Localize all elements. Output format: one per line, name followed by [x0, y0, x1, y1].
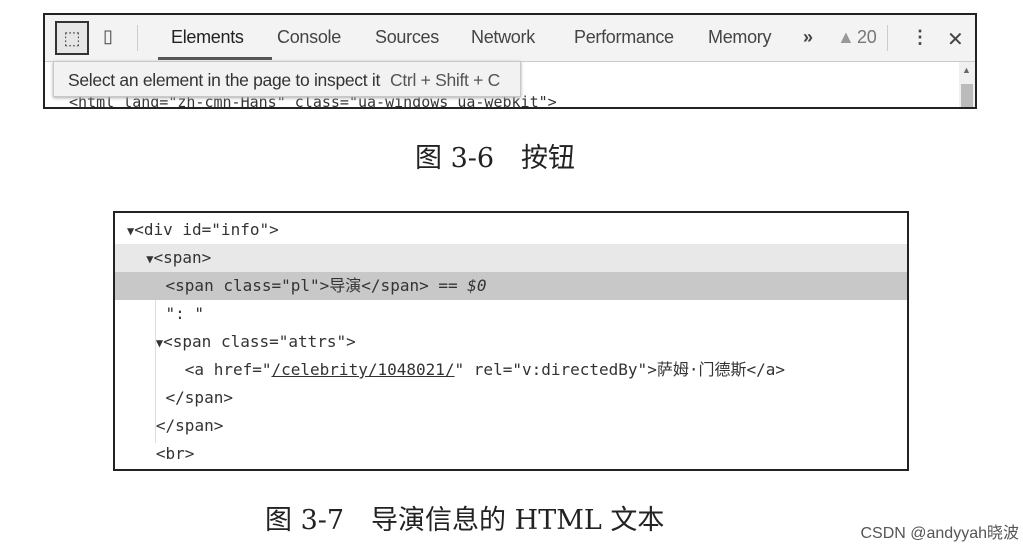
dom-tree-node[interactable]: ▼<div id="info">	[115, 216, 907, 244]
warning-triangle-icon[interactable]: ▲	[837, 27, 855, 48]
dom-tree-node[interactable]: ▼<span class="attrs">	[115, 328, 907, 356]
code-text: <span class="pl">导演</span> ==	[165, 276, 468, 295]
code-text: <br>	[155, 444, 195, 463]
devtools-toolbar: ⬚ ▯ Elements Console Sources Network Per…	[45, 15, 975, 62]
inspect-tooltip: Select an element in the page to inspect…	[53, 61, 521, 97]
scrollbar[interactable]: ▲	[959, 62, 975, 107]
dom-tree-node[interactable]: ": "	[115, 300, 907, 328]
tab-performance[interactable]: Performance	[574, 27, 674, 48]
code-text: " rel="v:directedBy">萨姆·门德斯</a>	[454, 360, 785, 379]
device-icon: ▯	[103, 25, 113, 46]
dom-tree-node[interactable]: <br>	[115, 440, 907, 468]
dom-tree-node[interactable]: ▼<span>	[115, 244, 907, 272]
code-text: <a href="	[184, 360, 272, 379]
tooltip-text: Select an element in the page to inspect…	[68, 70, 381, 90]
href-link[interactable]: /celebrity/1048021/	[272, 360, 455, 379]
more-tabs-button[interactable]: »	[803, 27, 813, 48]
code-text: <span>	[153, 248, 212, 267]
tab-elements[interactable]: Elements	[171, 27, 244, 48]
dom-tree-node[interactable]: </span>	[115, 412, 907, 440]
figure-caption-3-6: 图 3-6 按钮	[415, 143, 576, 174]
expand-triangle-icon[interactable]: ▼	[146, 252, 153, 266]
devtools-screenshot: ⬚ ▯ Elements Console Sources Network Per…	[43, 13, 977, 109]
elements-tree-screenshot: ▼<div id="info"> ▼<span> <span class="pl…	[113, 211, 909, 471]
active-tab-indicator	[158, 57, 272, 60]
scroll-up-icon[interactable]: ▲	[962, 65, 971, 75]
tab-network[interactable]: Network	[471, 27, 535, 48]
code-text: ": "	[165, 304, 205, 323]
more-options-icon[interactable]: ⋮	[911, 27, 929, 48]
code-text: $0	[467, 276, 487, 295]
code-text: <span class="attrs">	[163, 332, 356, 351]
device-toolbar-button[interactable]: ▯	[93, 21, 123, 51]
tab-memory[interactable]: Memory	[708, 27, 772, 48]
tab-sources[interactable]: Sources	[375, 27, 439, 48]
close-icon[interactable]: ✕	[947, 27, 964, 52]
divider	[137, 25, 138, 51]
dom-tree-node[interactable]: </span>	[115, 384, 907, 412]
inspect-element-button[interactable]: ⬚	[55, 21, 89, 55]
code-text: <div id="info">	[134, 220, 279, 239]
dom-tree-node[interactable]: <span class="pl">导演</span> == $0	[115, 272, 907, 300]
tooltip-shortcut: Ctrl + Shift + C	[390, 70, 500, 90]
tab-console[interactable]: Console	[277, 27, 341, 48]
code-text: </span>	[165, 388, 233, 407]
warning-count[interactable]: 20	[857, 27, 877, 48]
figure-caption-3-7: 图 3-7 导演信息的 HTML 文本	[265, 505, 665, 536]
cursor-select-icon: ⬚	[63, 27, 81, 48]
divider	[887, 25, 888, 51]
scrollbar-thumb[interactable]	[961, 84, 973, 107]
code-text: </span>	[155, 416, 224, 435]
watermark: CSDN @andyyah晓波	[860, 525, 1019, 542]
dom-tree-node[interactable]: <a href="/celebrity/1048021/" rel="v:dir…	[115, 356, 907, 384]
